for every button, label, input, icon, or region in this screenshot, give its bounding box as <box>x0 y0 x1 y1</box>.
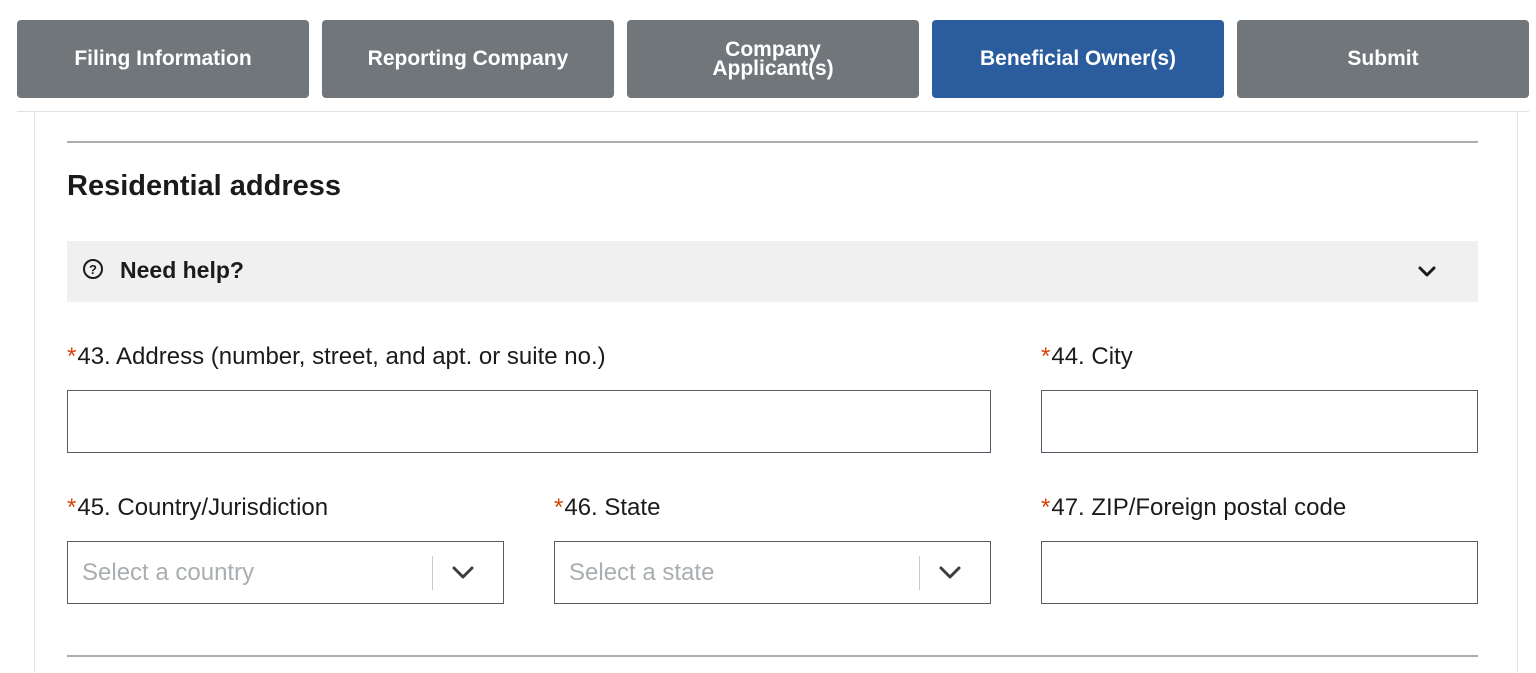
country-label: *45. Country/Jurisdiction <box>67 494 328 522</box>
step-beneficial-owners[interactable]: Beneficial Owner(s) <box>932 20 1224 98</box>
address-label-text: 43. Address (number, street, and apt. or… <box>77 343 606 370</box>
required-marker: * <box>67 343 77 370</box>
required-marker: * <box>1041 494 1051 521</box>
section-title: Residential address <box>67 170 341 202</box>
country-select[interactable]: Select a country <box>67 541 504 604</box>
state-placeholder: Select a state <box>569 559 715 586</box>
step-filing-information[interactable]: Filing Information <box>17 20 309 98</box>
section-divider-bottom <box>67 655 1478 657</box>
chevron-down-icon[interactable] <box>1416 261 1438 283</box>
chevron-down-icon[interactable] <box>938 562 962 584</box>
state-select[interactable]: Select a state <box>554 541 991 604</box>
step-submit[interactable]: Submit <box>1237 20 1529 98</box>
step-label: Company Applicant(s) <box>712 38 834 80</box>
required-marker: * <box>67 494 77 521</box>
state-label-text: 46. State <box>564 494 661 521</box>
select-separator <box>432 556 433 590</box>
chevron-down-icon[interactable] <box>451 562 475 584</box>
city-label: *44. City <box>1041 343 1133 371</box>
step-company-applicants[interactable]: Company Applicant(s) <box>627 20 919 98</box>
zip-label-text: 47. ZIP/Foreign postal code <box>1051 494 1347 521</box>
step-label: Submit <box>1347 47 1419 70</box>
required-marker: * <box>554 494 564 521</box>
need-help-label: Need help? <box>120 257 244 283</box>
need-help-accordion[interactable]: ? Need help? <box>67 241 1478 302</box>
zip-label: *47. ZIP/Foreign postal code <box>1041 494 1346 522</box>
address-label: *43. Address (number, street, and apt. o… <box>67 343 606 371</box>
step-label: Filing Information <box>74 47 252 70</box>
city-label-text: 44. City <box>1051 343 1133 370</box>
country-label-text: 45. Country/Jurisdiction <box>77 494 329 521</box>
question-circle-icon: ? <box>83 259 103 279</box>
city-input[interactable] <box>1041 390 1478 453</box>
step-navigation: Filing Information Reporting Company Com… <box>0 0 1536 112</box>
step-label: Reporting Company <box>367 47 569 70</box>
required-marker: * <box>1041 343 1051 370</box>
zip-input[interactable] <box>1041 541 1478 604</box>
select-separator <box>919 556 920 590</box>
address-input[interactable] <box>67 390 991 453</box>
page: Filing Information Reporting Company Com… <box>0 0 1536 673</box>
step-label: Beneficial Owner(s) <box>979 47 1177 70</box>
step-reporting-company[interactable]: Reporting Company <box>322 20 614 98</box>
country-placeholder: Select a country <box>82 559 255 586</box>
state-label: *46. State <box>554 494 660 522</box>
section-divider-top <box>67 141 1478 143</box>
